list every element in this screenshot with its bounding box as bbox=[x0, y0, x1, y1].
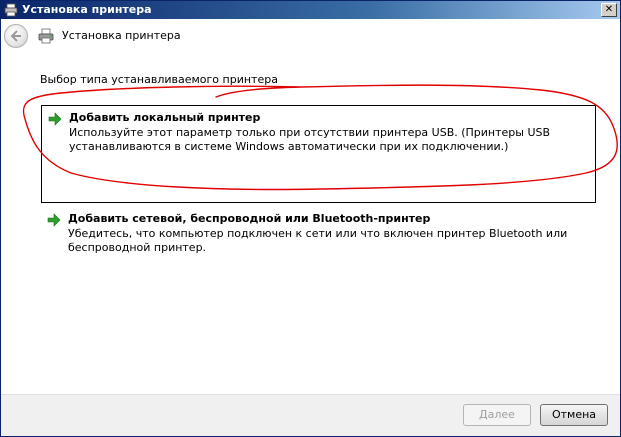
wizard-header: Установка принтера bbox=[1, 19, 620, 53]
option-title: Добавить сетевой, беспроводной или Bluet… bbox=[68, 212, 431, 225]
close-icon: ✕ bbox=[604, 4, 614, 15]
option-add-local-printer[interactable]: Добавить локальный принтер Используйте э… bbox=[41, 105, 596, 203]
printer-icon bbox=[38, 28, 54, 44]
option-add-network-printer[interactable]: Добавить сетевой, беспроводной или Bluet… bbox=[41, 207, 596, 267]
option-description: Убедитесь, что компьютер подключен к сет… bbox=[68, 227, 568, 254]
back-button[interactable] bbox=[4, 24, 28, 48]
window-title: Установка принтера bbox=[22, 3, 152, 16]
back-arrow-icon bbox=[10, 30, 21, 42]
printer-icon bbox=[4, 3, 18, 17]
green-arrow-icon bbox=[48, 112, 62, 126]
cancel-button[interactable]: Отмена bbox=[540, 404, 608, 426]
title-bar[interactable]: Установка принтера ✕ bbox=[1, 1, 620, 19]
printer-setup-window: Установка принтера ✕ Установка принтера … bbox=[0, 0, 621, 437]
option-description: Используйте этот параметр только при отс… bbox=[69, 126, 551, 153]
section-heading: Выбор типа устанавливаемого принтера bbox=[40, 73, 278, 86]
next-button[interactable]: Далее bbox=[463, 404, 531, 426]
close-button[interactable]: ✕ bbox=[601, 3, 617, 17]
option-title: Добавить локальный принтер bbox=[69, 111, 261, 124]
green-arrow-icon bbox=[47, 213, 61, 227]
wizard-footer: Далее Отмена bbox=[1, 394, 620, 436]
wizard-content: Выбор типа устанавливаемого принтера Доб… bbox=[1, 53, 620, 394]
wizard-title: Установка принтера bbox=[62, 29, 181, 42]
